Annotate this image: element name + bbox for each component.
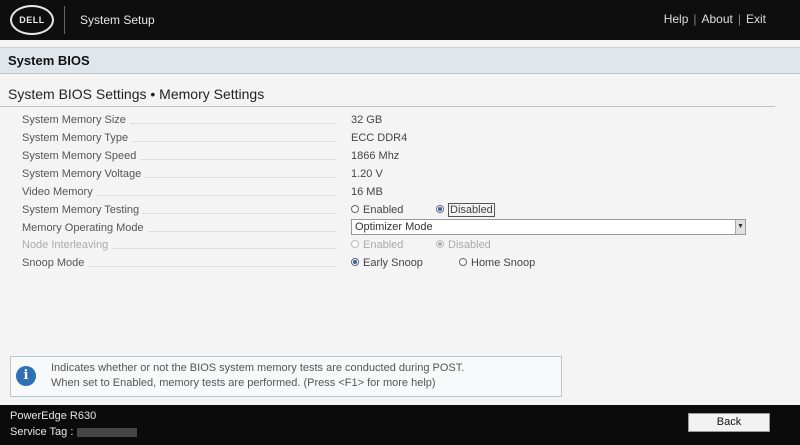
top-links: Help | About | Exit — [664, 12, 766, 26]
setting-label: Memory Operating Mode — [22, 222, 148, 234]
setting-value: 32 GB — [351, 114, 383, 126]
main-panel: System BIOS System BIOS Settings • Memor… — [0, 40, 800, 405]
exit-link[interactable]: Exit — [746, 12, 766, 26]
setting-row-memory-voltage: System Memory Voltage 1.20 V — [22, 167, 752, 183]
setting-row-memory-type: System Memory Type ECC DDR4 — [22, 131, 752, 147]
setting-label: System Memory Speed — [22, 150, 141, 162]
setting-row-video-memory: Video Memory 16 MB — [22, 185, 752, 201]
logo-divider — [64, 6, 65, 34]
info-icon: i — [16, 366, 36, 386]
setting-row-node-interleaving: Node Interleaving Enabled Disabled — [22, 238, 752, 254]
setting-row-memory-speed: System Memory Speed 1866 Mhz — [22, 149, 752, 165]
section-divider — [0, 106, 775, 107]
setting-label: System Memory Size — [22, 114, 130, 126]
separator: | — [693, 12, 697, 26]
footer-bar: PowerEdge R630 Service Tag : Back — [0, 405, 800, 445]
radio-memory-testing-disabled[interactable]: Disabled — [436, 203, 495, 217]
setting-row-memory-size: System Memory Size 32 GB — [22, 113, 752, 129]
logo-text: DELL — [19, 15, 45, 25]
radio-home-snoop[interactable]: Home Snoop — [459, 257, 535, 269]
setting-label: Snoop Mode — [22, 257, 89, 269]
radio-circle-icon — [459, 258, 467, 266]
radio-label: Enabled — [363, 204, 404, 216]
radio-selected-icon — [436, 205, 444, 213]
radio-memory-testing-enabled[interactable]: Enabled — [351, 204, 403, 216]
radio-selected-icon — [436, 240, 444, 248]
setting-label: System Memory Testing — [22, 204, 144, 216]
setting-label: Node Interleaving — [22, 239, 113, 251]
radio-circle-icon — [351, 240, 359, 248]
setting-row-snoop-mode: Snoop Mode Early Snoop Home Snoop — [22, 256, 752, 272]
about-link[interactable]: About — [702, 12, 733, 26]
back-button[interactable]: Back — [688, 413, 770, 432]
help-link[interactable]: Help — [664, 12, 689, 26]
radio-label: Home Snoop — [471, 257, 536, 269]
radio-circle-icon — [351, 205, 359, 213]
setting-label: System Memory Type — [22, 132, 133, 144]
radio-label: Early Snoop — [363, 257, 423, 269]
service-tag-label: Service Tag : — [10, 426, 74, 438]
dell-logo: DELL — [10, 5, 54, 35]
help-line: When set to Enabled, memory tests are pe… — [51, 377, 436, 389]
setting-value: 16 MB — [351, 186, 383, 198]
separator: | — [737, 12, 741, 26]
help-box: i Indicates whether or not the BIOS syst… — [10, 356, 562, 397]
setting-value: 1.20 V — [351, 168, 383, 180]
radio-node-interleaving-disabled: Disabled — [436, 239, 491, 251]
service-tag: Service Tag : — [10, 426, 138, 438]
redacted-value — [77, 427, 138, 437]
setting-label: Video Memory — [22, 186, 97, 198]
radio-label: Disabled — [448, 203, 495, 217]
radio-selected-icon — [351, 258, 359, 266]
help-line: Indicates whether or not the BIOS system… — [51, 362, 465, 374]
setting-value: 1866 Mhz — [351, 150, 400, 162]
dropdown-arrow-icon: ▼ — [735, 220, 745, 234]
top-bar: DELL System Setup Help | About | Exit — [0, 0, 800, 40]
dropdown-value: Optimizer Mode — [355, 221, 433, 233]
setting-value: ECC DDR4 — [351, 132, 408, 144]
setting-row-operating-mode: Memory Operating Mode Optimizer Mode ▼ — [22, 219, 752, 237]
radio-node-interleaving-enabled: Enabled — [351, 239, 403, 251]
setting-row-memory-testing: System Memory Testing Enabled Disabled — [22, 203, 752, 219]
page-header: System BIOS — [0, 47, 800, 74]
operating-mode-dropdown[interactable]: Optimizer Mode ▼ — [351, 219, 746, 235]
page-title: System BIOS — [8, 53, 90, 68]
radio-early-snoop[interactable]: Early Snoop — [351, 257, 423, 269]
setting-label: System Memory Voltage — [22, 168, 146, 180]
radio-label: Enabled — [363, 239, 404, 251]
help-text: Indicates whether or not the BIOS system… — [51, 361, 464, 391]
section-title: System BIOS Settings • Memory Settings — [8, 86, 265, 102]
app-title: System Setup — [80, 13, 155, 27]
system-model: PowerEdge R630 — [10, 410, 97, 422]
radio-label: Disabled — [448, 239, 491, 251]
